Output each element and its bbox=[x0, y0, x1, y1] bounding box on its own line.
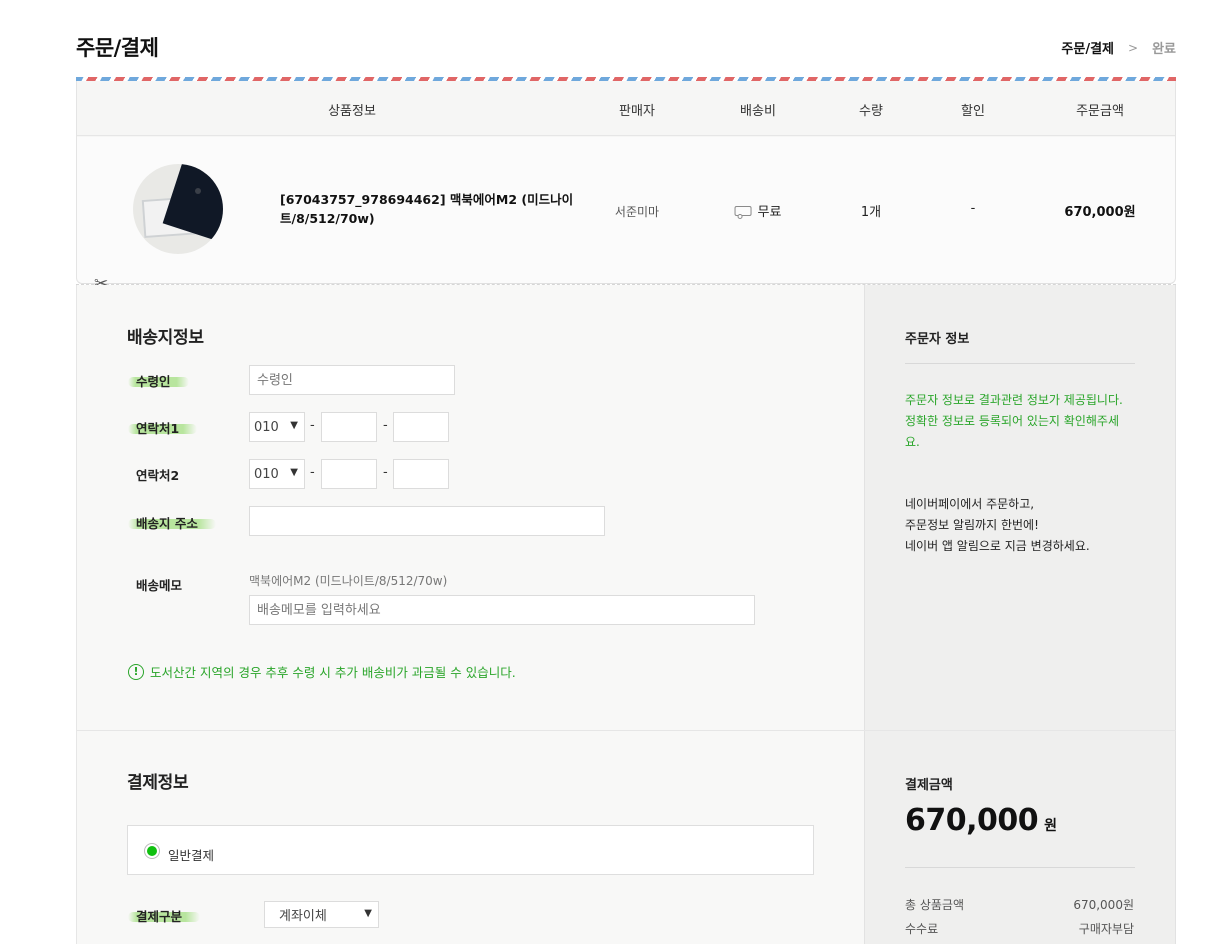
payment-type-label: 결제구분 bbox=[136, 909, 183, 924]
guide-line-1: 주문자 정보로 결과관련 정보가 제공됩니다. bbox=[905, 393, 1123, 407]
total-product-amount-value: 670,000원 bbox=[1073, 898, 1134, 912]
truck-icon bbox=[734, 205, 752, 219]
fee-row: 수수료 구매자부담 bbox=[905, 920, 1134, 937]
phone2-prefix-value: 010 bbox=[254, 466, 279, 482]
shipping-fee-value: 무료 bbox=[757, 205, 782, 220]
order-steps: 주문/결제 > 완료 bbox=[1061, 38, 1176, 58]
payment-type-select[interactable]: 계좌이체 ▼ bbox=[264, 901, 379, 928]
col-quantity: 수량 bbox=[859, 104, 883, 119]
recipient-input[interactable] bbox=[249, 365, 455, 395]
promo-line-3: 네이버 앱 알림으로 지금 변경하세요. bbox=[905, 539, 1090, 553]
naverpay-promo-text: 네이버페이에서 주문하고, 주문정보 알림까지 한번에! 네이버 앱 알림으로 … bbox=[905, 494, 1133, 557]
side-panel bbox=[864, 285, 1176, 944]
promo-line-1: 네이버페이에서 주문하고, bbox=[905, 497, 1035, 511]
payment-section-title: 결제정보 bbox=[127, 773, 189, 793]
promo-line-2: 주문정보 알림까지 한번에! bbox=[905, 518, 1039, 532]
step-current: 주문/결제 bbox=[1061, 42, 1115, 57]
exclamation-circle-icon: ! bbox=[128, 663, 144, 680]
payment-method-box: 일반결제 bbox=[127, 825, 814, 875]
section-divider bbox=[76, 730, 1176, 731]
payment-amount-title: 결제금액 bbox=[905, 778, 953, 793]
payment-amount: 670,000 원 bbox=[905, 803, 1057, 838]
fee-label: 수수료 bbox=[905, 922, 939, 936]
chevron-down-icon: ▼ bbox=[364, 908, 372, 919]
remote-area-notice: ! 도서산간 지역의 경우 추후 수령 시 추가 배송비가 과금될 수 있습니다… bbox=[128, 662, 516, 681]
page-title: 주문/결제 bbox=[76, 36, 159, 60]
shipping-fee: 무료 bbox=[734, 201, 782, 220]
address-label: 배송지 주소 bbox=[136, 516, 198, 531]
recipient-label: 수령인 bbox=[136, 374, 171, 389]
phone2-last-input[interactable] bbox=[393, 459, 449, 489]
col-product-info: 상품정보 bbox=[328, 104, 376, 119]
phone1-label: 연락처1 bbox=[136, 421, 180, 436]
step-next: 완료 bbox=[1152, 42, 1176, 57]
product-thumbnail[interactable] bbox=[133, 164, 223, 254]
col-discount: 할인 bbox=[961, 104, 985, 119]
payment-amount-unit: 원 bbox=[1044, 818, 1058, 834]
order-amount-value: 670,000원 bbox=[1064, 205, 1136, 220]
product-name[interactable]: [67043757_978694462] 맥북에어M2 (미드나이트/8/512… bbox=[280, 190, 575, 228]
col-seller: 판매자 bbox=[619, 104, 655, 119]
memo-input[interactable] bbox=[249, 595, 755, 625]
total-product-amount-label: 총 상품금액 bbox=[905, 898, 965, 912]
dash-separator: - bbox=[383, 465, 388, 480]
phone2-label: 연락처2 bbox=[136, 468, 180, 483]
order-item-card: 상품정보 판매자 배송비 수량 할인 주문금액 [67043757_978694… bbox=[76, 81, 1176, 284]
phone1-last-input[interactable] bbox=[393, 412, 449, 442]
divider bbox=[905, 363, 1135, 364]
seller-name: 서준미마 bbox=[614, 205, 660, 219]
table-row: [67043757_978694462] 맥북에어M2 (미드나이트/8/512… bbox=[77, 137, 1175, 283]
quantity-value: 1개 bbox=[860, 205, 882, 220]
guide-line-2: 정확한 정보로 등록되어 있는지 확인해주세요. bbox=[905, 414, 1119, 449]
dash-separator: - bbox=[310, 465, 315, 480]
address-input[interactable] bbox=[249, 506, 605, 536]
phone1-prefix-value: 010 bbox=[254, 419, 279, 435]
chevron-right-icon: > bbox=[1128, 40, 1139, 55]
chevron-down-icon: ▼ bbox=[290, 420, 298, 431]
orderer-info-title: 주문자 정보 bbox=[905, 332, 970, 347]
shipping-section-title: 배송지정보 bbox=[127, 328, 204, 348]
divider bbox=[905, 867, 1135, 868]
general-payment-radio[interactable] bbox=[144, 843, 160, 859]
chevron-down-icon: ▼ bbox=[290, 467, 298, 478]
phone2-prefix-select[interactable]: 010 ▼ bbox=[249, 459, 305, 489]
orderer-guide-text: 주문자 정보로 결과관련 정보가 제공됩니다. 정확한 정보로 등록되어 있는지… bbox=[905, 390, 1133, 453]
col-shipping-fee: 배송비 bbox=[740, 104, 776, 119]
phone1-middle-input[interactable] bbox=[321, 412, 377, 442]
notice-text: 도서산간 지역의 경우 추후 수령 시 추가 배송비가 과금될 수 있습니다. bbox=[150, 665, 516, 680]
total-product-amount-row: 총 상품금액 670,000원 bbox=[905, 896, 1134, 913]
apple-logo-icon bbox=[195, 188, 201, 194]
memo-product-name: 맥북에어M2 (미드나이트/8/512/70w) bbox=[249, 574, 448, 588]
dash-separator: - bbox=[383, 418, 388, 433]
memo-label: 배송메모 bbox=[136, 578, 183, 593]
fee-value: 구매자부담 bbox=[1078, 922, 1134, 936]
dash-separator: - bbox=[310, 418, 315, 433]
table-header: 상품정보 판매자 배송비 수량 할인 주문금액 bbox=[77, 81, 1175, 136]
col-order-amount: 주문금액 bbox=[1076, 104, 1124, 119]
phone1-prefix-select[interactable]: 010 ▼ bbox=[249, 412, 305, 442]
general-payment-label[interactable]: 일반결제 bbox=[168, 845, 214, 864]
discount-value: - bbox=[970, 201, 976, 216]
payment-type-value: 계좌이체 bbox=[279, 909, 327, 924]
payment-amount-value: 670,000 bbox=[905, 803, 1039, 838]
phone2-middle-input[interactable] bbox=[321, 459, 377, 489]
